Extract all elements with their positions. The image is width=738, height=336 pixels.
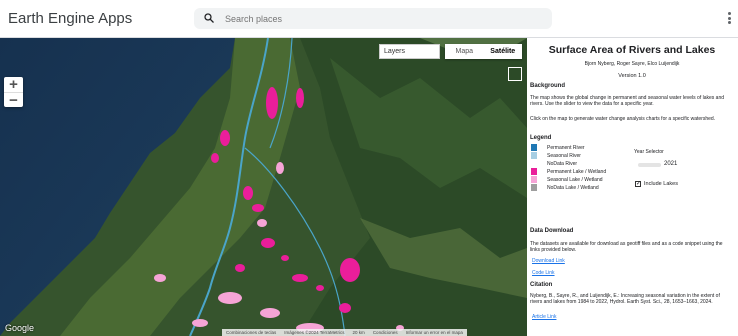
include-lakes-checkbox[interactable]: ✓ Include Lakes bbox=[635, 181, 678, 187]
legend-swatch bbox=[531, 168, 537, 175]
year-selector-label: Year Selector bbox=[634, 149, 664, 155]
include-lakes-label: Include Lakes bbox=[644, 181, 678, 187]
map-view[interactable]: + − Layers Mapa Satélite Google Combinac… bbox=[0, 38, 527, 336]
search-input[interactable] bbox=[225, 10, 535, 27]
imagery-credit: Imágenes ©2024 TerraMetrics bbox=[284, 330, 345, 335]
legend-heading: Legend bbox=[530, 135, 552, 141]
download-text: The datasets are available for download … bbox=[530, 241, 723, 253]
zoom-in-button[interactable]: + bbox=[4, 77, 23, 92]
search-box[interactable] bbox=[194, 8, 552, 29]
report-error-link[interactable]: Informar un error en el mapa bbox=[402, 329, 467, 336]
download-heading: Data Download bbox=[530, 228, 574, 234]
top-bar: Earth Engine Apps bbox=[0, 0, 738, 38]
legend-swatch bbox=[531, 144, 537, 151]
map-type-toggle: Mapa Satélite bbox=[445, 44, 522, 59]
year-value: 2021 bbox=[664, 161, 678, 167]
code-link[interactable]: Code Link bbox=[532, 270, 555, 276]
panel-authors: Bjorn Nyberg, Roger Sayre, Elco Luijendi… bbox=[584, 61, 680, 67]
scale-bar[interactable]: 20 km bbox=[349, 329, 369, 336]
citation-text: Nyberg, B., Sayre, R., and Luijendijk, E… bbox=[530, 293, 720, 305]
legend-item: NoData River bbox=[531, 160, 577, 167]
layers-dropdown[interactable]: Layers bbox=[379, 44, 440, 59]
legend-swatch bbox=[531, 184, 537, 191]
legend-swatch bbox=[531, 152, 537, 159]
search-icon[interactable] bbox=[203, 12, 215, 24]
app-title[interactable]: Earth Engine Apps bbox=[8, 10, 132, 27]
citation-heading: Citation bbox=[530, 282, 553, 288]
checkbox-checked-icon[interactable]: ✓ bbox=[635, 181, 641, 187]
legend-item: Permanent River bbox=[531, 144, 585, 151]
background-text: The map shows the global change in perma… bbox=[530, 95, 725, 107]
more-options-icon[interactable] bbox=[726, 12, 732, 26]
zoom-control: + − bbox=[4, 77, 23, 108]
legend-swatch bbox=[531, 176, 537, 183]
panel-title: Surface Area of Rivers and Lakes bbox=[548, 44, 716, 56]
satellite-imagery bbox=[0, 38, 527, 336]
panel-version: Version 1.0 bbox=[618, 73, 646, 79]
click-instructions: Click on the map to generate water chang… bbox=[530, 116, 716, 122]
map-attribution: Combinaciones de teclas Imágenes ©2024 T… bbox=[222, 329, 467, 336]
legend-item: Permanent Lake / Wetland bbox=[531, 168, 606, 175]
google-logo: Google bbox=[5, 323, 35, 333]
legend-item: Seasonal Lake / Wetland bbox=[531, 176, 603, 183]
map-type-satellite-button[interactable]: Satélite bbox=[484, 44, 523, 59]
background-heading: Background bbox=[530, 83, 566, 89]
fullscreen-icon[interactable] bbox=[508, 67, 522, 81]
keyboard-shortcuts-link[interactable]: Combinaciones de teclas bbox=[222, 329, 280, 336]
legend-item: NoData Lake / Wetland bbox=[531, 184, 599, 191]
legend-swatch bbox=[531, 160, 537, 167]
map-type-map-button[interactable]: Mapa bbox=[445, 44, 484, 59]
zoom-out-button[interactable]: − bbox=[4, 93, 23, 108]
year-slider[interactable] bbox=[638, 163, 661, 167]
download-link[interactable]: Download Link bbox=[532, 258, 565, 264]
info-panel: Surface Area of Rivers and Lakes Bjorn N… bbox=[527, 38, 738, 336]
article-link[interactable]: Article Link bbox=[532, 314, 556, 320]
terms-link[interactable]: Condiciones bbox=[369, 329, 402, 336]
legend-item: Seasonal River bbox=[531, 152, 581, 159]
